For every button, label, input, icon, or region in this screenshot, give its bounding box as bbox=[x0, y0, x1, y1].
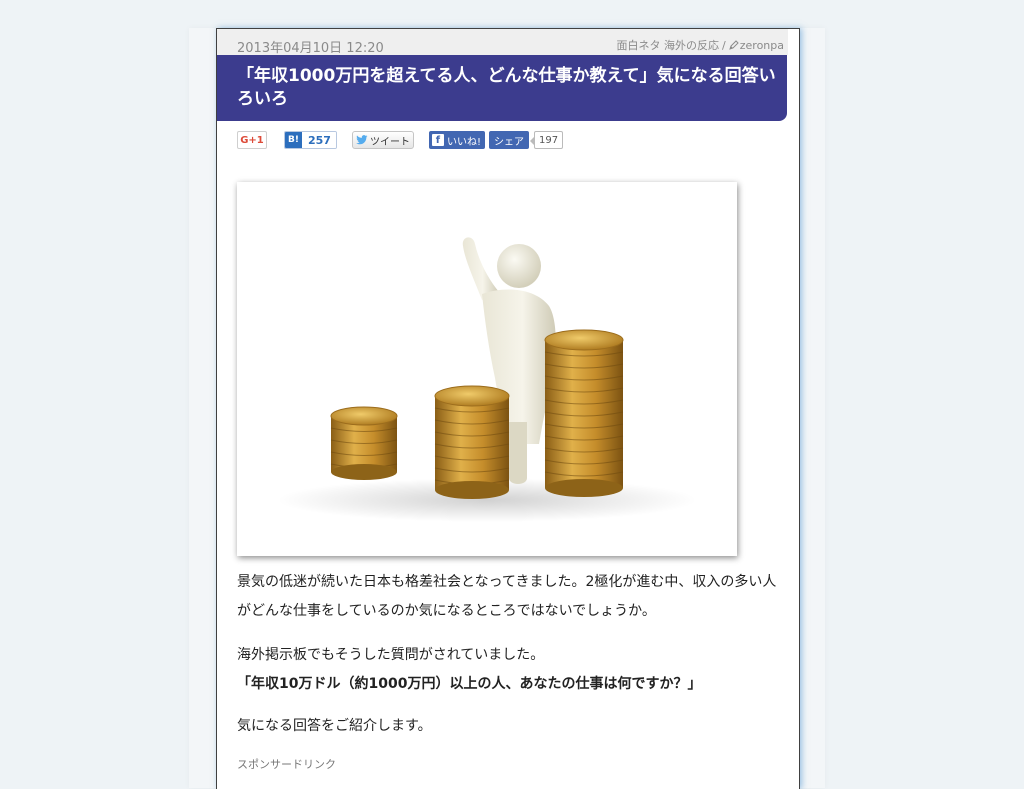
intro-paragraph: 景気の低迷が続いた日本も格差社会となってきました。2極化が進む中、収入の多い人が… bbox=[237, 574, 777, 619]
meta-separator: / bbox=[722, 38, 726, 52]
hatena-count: 257 bbox=[302, 132, 336, 148]
hero-image bbox=[237, 182, 737, 556]
pencil-icon bbox=[728, 40, 739, 50]
social-buttons: G+1 B! 257 ツイート f いいね! シェア 197 bbox=[237, 130, 564, 150]
coin-stacks-illustration bbox=[277, 237, 697, 522]
coin-stack-small bbox=[330, 406, 398, 480]
sponsored-link-label: スポンサードリンク bbox=[237, 758, 336, 771]
category-link[interactable]: 面白ネタ 海外の反応 bbox=[617, 37, 720, 53]
title-bar: 「年収1000万円を超えてる人、どんな仕事か教えて」気になる回答いろいろ bbox=[217, 55, 787, 121]
tweet-label: ツイート bbox=[369, 136, 410, 148]
facebook-icon: f bbox=[431, 134, 444, 146]
article-title[interactable]: 「年収1000万円を超えてる人、どんな仕事か教えて」気になる回答いろいろ bbox=[237, 65, 777, 111]
context-text: 海外掲示板でもそうした質問がされていました。 bbox=[237, 647, 545, 663]
tweet-button[interactable]: ツイート bbox=[351, 131, 414, 149]
question-quote: 「年収10万ドル（約1000万円）以上の人、あなたの仕事は何ですか？」 bbox=[237, 676, 702, 692]
facebook-share-button[interactable]: シェア bbox=[488, 131, 529, 149]
share-count: 197 bbox=[529, 131, 564, 149]
like-label: いいね! bbox=[446, 136, 481, 148]
author-link[interactable]: zeronpa bbox=[740, 39, 784, 52]
hatena-bookmark-button[interactable]: B! 257 bbox=[284, 131, 337, 149]
facebook-like-button[interactable]: f いいね! bbox=[428, 131, 485, 149]
hatena-logo-icon: B! bbox=[285, 132, 302, 148]
post-date: 2013年04月10日 12:20 bbox=[237, 41, 384, 56]
coin-stack-medium bbox=[434, 385, 510, 499]
twitter-bird-icon bbox=[356, 135, 368, 145]
meta-bar: 2013年04月10日 12:20 面白ネタ 海外の反応 / zeronpa bbox=[217, 29, 788, 56]
article: 2013年04月10日 12:20 面白ネタ 海外の反応 / zeronpa 「… bbox=[216, 28, 800, 789]
meta-info: 面白ネタ 海外の反応 / zeronpa bbox=[617, 37, 784, 53]
context-paragraph: 海外掲示板でもそうした質問がされていました。 「年収10万ドル（約1000万円）… bbox=[237, 641, 782, 699]
closing-paragraph: 気になる回答をご紹介します。 bbox=[237, 718, 432, 734]
google-plus-button[interactable]: G+1 bbox=[237, 131, 267, 149]
coin-stack-large bbox=[544, 329, 624, 497]
